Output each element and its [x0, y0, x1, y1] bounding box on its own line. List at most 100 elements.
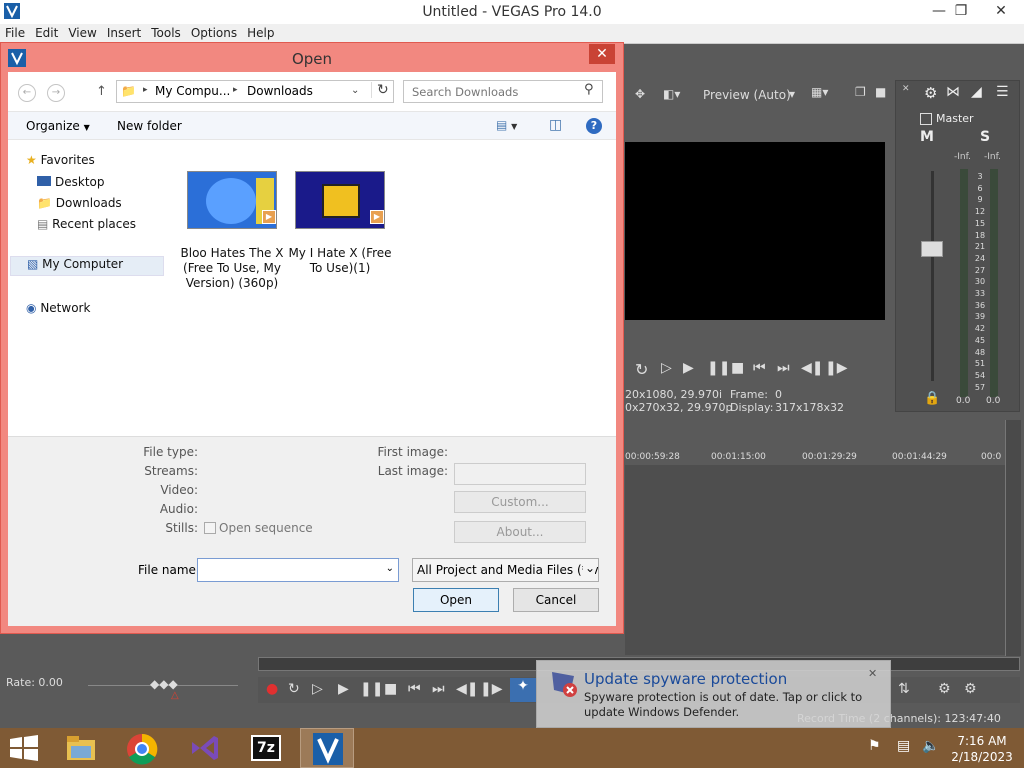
chrome-taskbar-button[interactable] [116, 728, 170, 768]
speaker-icon[interactable]: ◢ [971, 84, 982, 100]
lock-icon[interactable]: 🔒 [924, 391, 940, 406]
menu-file[interactable]: File [0, 24, 30, 42]
search-icon[interactable]: ⚲ [584, 82, 594, 97]
file-explorer-taskbar-button[interactable] [54, 728, 108, 768]
normal-edit-tool-icon[interactable]: ✦ [510, 678, 536, 702]
volume-fader[interactable] [921, 241, 943, 257]
help-icon[interactable]: ? [586, 118, 602, 134]
file-name[interactable]: My I Hate X (Free To Use)(1) [286, 246, 394, 276]
nav-recent-places[interactable]: ▤ Recent places [37, 217, 136, 231]
change-view-icon[interactable]: ▤ ▼ [496, 118, 517, 132]
preview-pane-icon[interactable]: ◫ [549, 117, 562, 133]
play-icon[interactable]: ▶ [683, 360, 694, 376]
save-snapshot-icon[interactable]: ■ [875, 85, 886, 99]
start-windows-icon[interactable] [10, 735, 38, 761]
restore-button[interactable]: ❐ [946, 0, 976, 22]
file-type-filter[interactable]: All Project and Media Files (*.ve ⌄ [412, 558, 599, 582]
back-button[interactable]: ← [18, 84, 36, 102]
nav-network[interactable]: ◉ Network [26, 301, 90, 315]
preview-quality-dropdown[interactable]: Preview (Auto) [703, 88, 791, 102]
system-clock[interactable]: 7:16 AM 2/18/2023 [945, 733, 1019, 765]
overlay-icon[interactable]: ◧▾ [663, 87, 680, 101]
insert-fx-icon[interactable]: ⋈ [946, 84, 960, 100]
mute-button[interactable]: M [920, 129, 934, 145]
file-thumbnail[interactable]: ▶ [295, 171, 385, 229]
prev-frame-icon[interactable]: ◀❚ [801, 360, 824, 376]
open-sequence-checkbox[interactable] [204, 522, 216, 534]
chevron-down-icon[interactable]: ⌄ [386, 563, 394, 574]
pause-icon[interactable]: ❚❚ [707, 360, 730, 376]
open-button[interactable]: Open [413, 588, 499, 612]
stop-icon[interactable]: ■ [731, 360, 744, 376]
cancel-button[interactable]: Cancel [513, 588, 599, 612]
pause-icon[interactable]: ❚❚ [360, 681, 383, 697]
up-button[interactable]: ↑ [96, 84, 107, 99]
refresh-icon[interactable]: ↻ [371, 82, 389, 98]
nav-desktop[interactable]: Desktop [37, 175, 105, 189]
last-image-label: Last image: [377, 464, 448, 478]
organize-button[interactable]: Organize ▼ [26, 119, 90, 133]
close-pane-icon[interactable]: ✕ [902, 84, 910, 94]
prev-frame-icon[interactable]: ◀❚ [456, 681, 479, 697]
timeline-ruler[interactable]: 00:00:59:28 00:01:15:00 00:01:29:29 00:0… [625, 440, 1005, 465]
play-start-icon[interactable]: ▷ [312, 681, 323, 697]
play-icon[interactable]: ▶ [338, 681, 349, 697]
chevron-down-icon[interactable]: ⌄ [351, 85, 359, 96]
menu-view[interactable]: View [63, 24, 101, 42]
forward-button[interactable]: → [47, 84, 65, 102]
custom-button[interactable]: Custom... [454, 491, 586, 513]
go-to-end-icon[interactable]: ⏭ [777, 360, 790, 376]
volume-icon[interactable]: 🔈 [922, 738, 939, 754]
about-button[interactable]: About... [454, 521, 586, 543]
loop-icon[interactable]: ↻ [635, 360, 648, 379]
grid-icon[interactable]: ▦▾ [811, 85, 828, 99]
master-label-text: Master [936, 112, 974, 125]
play-from-start-icon[interactable]: ▷ [661, 360, 672, 376]
snap-icon[interactable]: ⇅ [898, 681, 910, 697]
split-icon[interactable]: ✥ [635, 87, 645, 101]
nav-downloads[interactable]: 📁 Downloads [37, 196, 122, 210]
action-center-flag-icon[interactable]: ⚑ [868, 738, 881, 754]
7zip-taskbar-button[interactable]: 7z [240, 728, 294, 768]
chevron-down-icon[interactable]: ▾ [789, 87, 795, 101]
file-name-input[interactable]: ⌄ [197, 558, 399, 582]
vertical-scrollbar[interactable] [1005, 420, 1021, 656]
menu-edit[interactable]: Edit [30, 24, 63, 42]
breadcrumb-my-computer[interactable]: My Compu... [155, 84, 230, 98]
close-notification-icon[interactable]: ✕ [868, 667, 877, 680]
file-name[interactable]: Bloo Hates The X (Free To Use, My Versio… [178, 246, 286, 291]
file-thumbnail[interactable]: ▶ [187, 171, 277, 229]
loop-playback-icon[interactable]: ↻ [288, 681, 300, 697]
address-bar[interactable]: 📁 ▸ My Compu... ▸ Downloads ⌄ ↻ [116, 80, 394, 103]
go-to-start-icon[interactable]: ⏮ [753, 360, 766, 376]
solo-button[interactable]: S [980, 129, 990, 145]
nav-my-computer[interactable]: ▧ My Computer [10, 256, 164, 276]
menu-options[interactable]: Options [186, 24, 242, 42]
nav-favorites[interactable]: ★ Favorites [26, 153, 95, 167]
next-frame-icon[interactable]: ❚▶ [825, 360, 848, 376]
vegas-taskbar-button[interactable] [300, 728, 354, 768]
search-input[interactable]: Search Downloads [403, 80, 603, 103]
new-folder-button[interactable]: New folder [117, 119, 182, 133]
visual-studio-taskbar-button[interactable] [178, 728, 232, 768]
record-icon[interactable]: ● [266, 681, 278, 697]
copy-snapshot-icon[interactable]: ❐ [855, 85, 866, 99]
gear-icon[interactable]: ⚙ [924, 84, 937, 102]
close-window-button[interactable]: ✕ [986, 0, 1016, 22]
lock-envelopes-icon[interactable]: ⚙ [964, 681, 977, 697]
fader-icon[interactable]: ☰ [996, 84, 1009, 100]
auto-ripple-icon[interactable]: ⚙ [938, 681, 951, 697]
menu-tools[interactable]: Tools [146, 24, 186, 42]
menu-help[interactable]: Help [242, 24, 279, 42]
last-image-field[interactable] [454, 463, 586, 485]
stop-icon[interactable]: ■ [384, 681, 397, 697]
timeline-tracks[interactable] [625, 465, 1005, 655]
menu-insert[interactable]: Insert [102, 24, 146, 42]
next-frame-icon[interactable]: ❚▶ [480, 681, 503, 697]
network-tray-icon[interactable]: ▤ [897, 738, 910, 754]
go-to-end-icon[interactable]: ⏭ [432, 681, 445, 697]
rate-handle-icon[interactable]: ◆◆◆ [150, 677, 178, 691]
go-to-start-icon[interactable]: ⏮ [408, 681, 421, 697]
close-dialog-button[interactable]: ✕ [589, 44, 615, 64]
breadcrumb-downloads[interactable]: Downloads [247, 84, 313, 98]
